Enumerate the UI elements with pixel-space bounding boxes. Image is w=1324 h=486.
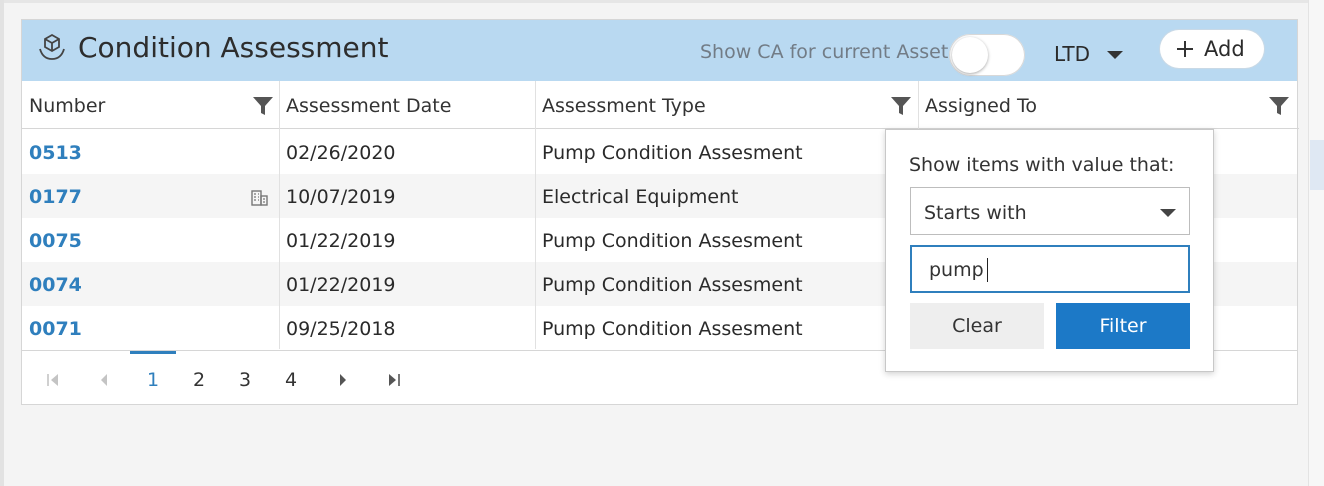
assessment-type: Electrical Equipment [542, 186, 739, 208]
top-edge [0, 0, 1324, 3]
assessment-date: 10/07/2019 [286, 186, 396, 208]
assessment-number-link[interactable]: 0071 [29, 318, 82, 340]
assessment-date: 01/22/2019 [286, 274, 396, 296]
building-icon [251, 190, 268, 206]
column-label: Assessment Date [286, 95, 452, 117]
panel-title: Condition Assessment [78, 31, 389, 64]
left-edge [0, 0, 4, 486]
text-cursor [987, 258, 988, 282]
panel-header: Condition Assessment Show CA for current… [22, 20, 1297, 81]
filter-value-input[interactable]: pump [910, 245, 1190, 293]
filter-popup-title: Show items with value that: [909, 154, 1175, 176]
filter-operator-value: Starts with [924, 202, 1027, 224]
last-page-icon[interactable] [387, 373, 401, 387]
chevron-down-icon[interactable] [1107, 51, 1123, 59]
right-side-highlight [1310, 140, 1324, 190]
toggle-knob [952, 37, 988, 73]
page-1[interactable]: 1 [147, 369, 159, 391]
assessment-date: 02/26/2020 [286, 142, 396, 164]
assessment-type: Pump Condition Assesment [542, 274, 803, 296]
assessment-type: Pump Condition Assesment [542, 230, 803, 252]
filter-value-text: pump [929, 259, 984, 281]
page-4[interactable]: 4 [285, 369, 297, 391]
column-header-assigned-to[interactable]: Assigned To [918, 81, 1299, 129]
assessment-number-link[interactable]: 0513 [29, 142, 82, 164]
plus-icon [1177, 41, 1193, 57]
add-label: Add [1204, 37, 1245, 61]
clear-button[interactable]: Clear [910, 303, 1044, 349]
assessment-number-link[interactable]: 0075 [29, 230, 82, 252]
column-header-assessment-date[interactable]: Assessment Date [279, 81, 535, 129]
toggle-label: Show CA for current Asset [700, 41, 949, 63]
column-label: Assigned To [925, 95, 1037, 117]
assessment-number-link[interactable]: 0177 [29, 186, 82, 208]
filter-button[interactable]: Filter [1056, 303, 1190, 349]
ltd-dropdown[interactable]: LTD [1054, 42, 1090, 66]
next-page-icon[interactable] [337, 373, 349, 387]
assessment-type: Pump Condition Assesment [542, 318, 803, 340]
column-divider [535, 81, 536, 349]
filter-icon[interactable] [890, 95, 912, 117]
column-header-number[interactable]: Number [22, 81, 279, 129]
first-page-icon[interactable] [46, 373, 60, 387]
assessment-type: Pump Condition Assesment [542, 142, 803, 164]
filter-icon[interactable] [1268, 95, 1290, 117]
page-2[interactable]: 2 [193, 369, 205, 391]
active-page-indicator [130, 351, 176, 354]
column-divider [279, 81, 280, 349]
hands-cube-icon [39, 33, 65, 60]
show-ca-toggle[interactable] [949, 34, 1025, 76]
column-header-assessment-type[interactable]: Assessment Type [535, 81, 918, 129]
column-label: Assessment Type [542, 95, 706, 117]
filter-icon[interactable] [252, 95, 274, 117]
filter-popup: Show items with value that: Starts with … [885, 129, 1214, 372]
column-label: Number [29, 95, 106, 117]
assessment-date: 01/22/2019 [286, 230, 396, 252]
page-3[interactable]: 3 [239, 369, 251, 391]
assessment-date: 09/25/2018 [286, 318, 396, 340]
right-side-panel [1308, 0, 1324, 486]
previous-page-icon[interactable] [98, 373, 110, 387]
assessment-number-link[interactable]: 0074 [29, 274, 82, 296]
filter-operator-select[interactable]: Starts with [910, 187, 1190, 235]
chevron-down-icon [1160, 209, 1176, 217]
add-button[interactable]: Add [1160, 30, 1264, 68]
